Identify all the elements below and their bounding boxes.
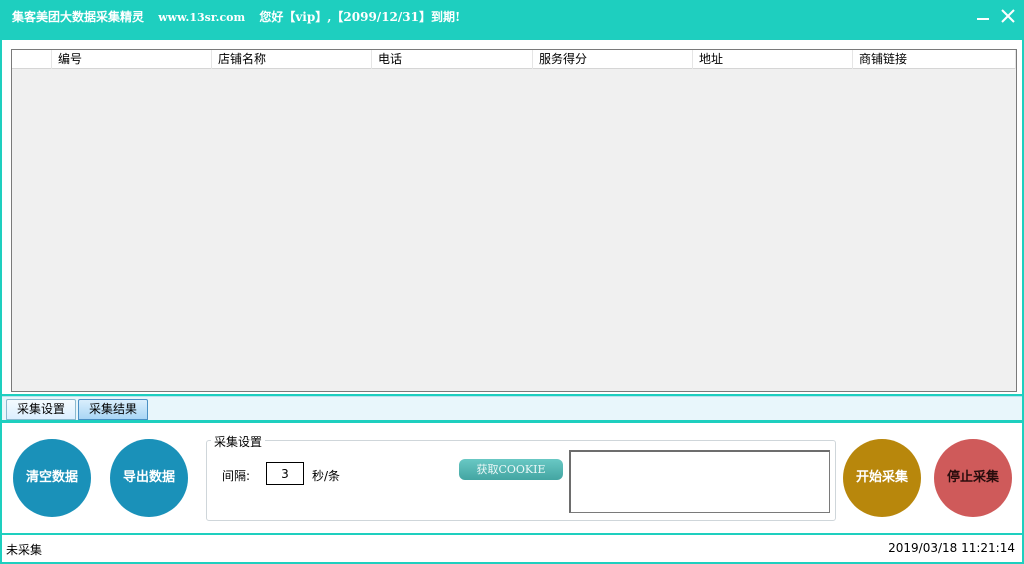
tab-collect-settings[interactable]: 采集设置 [6, 399, 76, 420]
window-title: 集客美团大数据采集精灵 www.13sr.com 您好【vip】,【2099/1… [12, 8, 470, 25]
interval-unit-label: 秒/条 [312, 469, 341, 483]
group-title: 采集设置 [211, 433, 266, 450]
results-frame: 编号 店铺名称 电话 服务得分 地址 商铺链接 [2, 40, 1022, 394]
results-table[interactable]: 编号 店铺名称 电话 服务得分 地址 商铺链接 [11, 49, 1017, 392]
minimize-icon [977, 18, 989, 20]
interval-label: 间隔: [222, 469, 251, 483]
control-panel: 清空数据 导出数据 采集设置 间隔: 秒/条 获取COOKIE 开始采集 停止采… [2, 423, 1022, 533]
title-bar: 集客美团大数据采集精灵 www.13sr.com 您好【vip】,【2099/1… [0, 0, 1024, 38]
close-icon [1001, 9, 1015, 23]
collect-settings-group: 采集设置 间隔: 秒/条 获取COOKIE [206, 433, 836, 521]
table-header: 编号 店铺名称 电话 服务得分 地址 商铺链接 [12, 50, 1016, 69]
column-header-shop-name[interactable]: 店铺名称 [212, 50, 372, 69]
clear-data-button[interactable]: 清空数据 [13, 439, 91, 517]
tab-collect-results[interactable]: 采集结果 [78, 399, 148, 420]
minimize-button[interactable] [971, 4, 995, 28]
get-cookie-button[interactable]: 获取COOKIE [459, 459, 563, 480]
start-collect-button[interactable]: 开始采集 [843, 439, 921, 517]
status-bar: 未采集 2019/03/18 11:21:14 [2, 535, 1022, 562]
column-header-id[interactable]: 编号 [52, 50, 212, 69]
vip-greeting: 您好【vip】,【2099/12/31】到期! [259, 10, 461, 24]
export-data-button[interactable]: 导出数据 [110, 439, 188, 517]
site-url: www.13sr.com [158, 11, 246, 24]
column-header-address[interactable]: 地址 [693, 50, 853, 69]
interval-input[interactable] [266, 462, 304, 485]
status-datetime: 2019/03/18 11:21:14 [888, 541, 1015, 555]
column-header-phone[interactable]: 电话 [372, 50, 533, 69]
tab-strip: 采集设置 采集结果 [2, 396, 1022, 420]
close-button[interactable] [996, 4, 1020, 28]
column-header-service-score[interactable]: 服务得分 [533, 50, 693, 69]
stop-collect-button[interactable]: 停止采集 [934, 439, 1012, 517]
collect-status-text: 未采集 [6, 543, 43, 557]
cookie-textarea[interactable] [569, 450, 830, 513]
app-name: 集客美团大数据采集精灵 [12, 10, 145, 24]
column-header-shop-link[interactable]: 商铺链接 [853, 50, 1016, 69]
column-header-select[interactable] [12, 50, 52, 69]
